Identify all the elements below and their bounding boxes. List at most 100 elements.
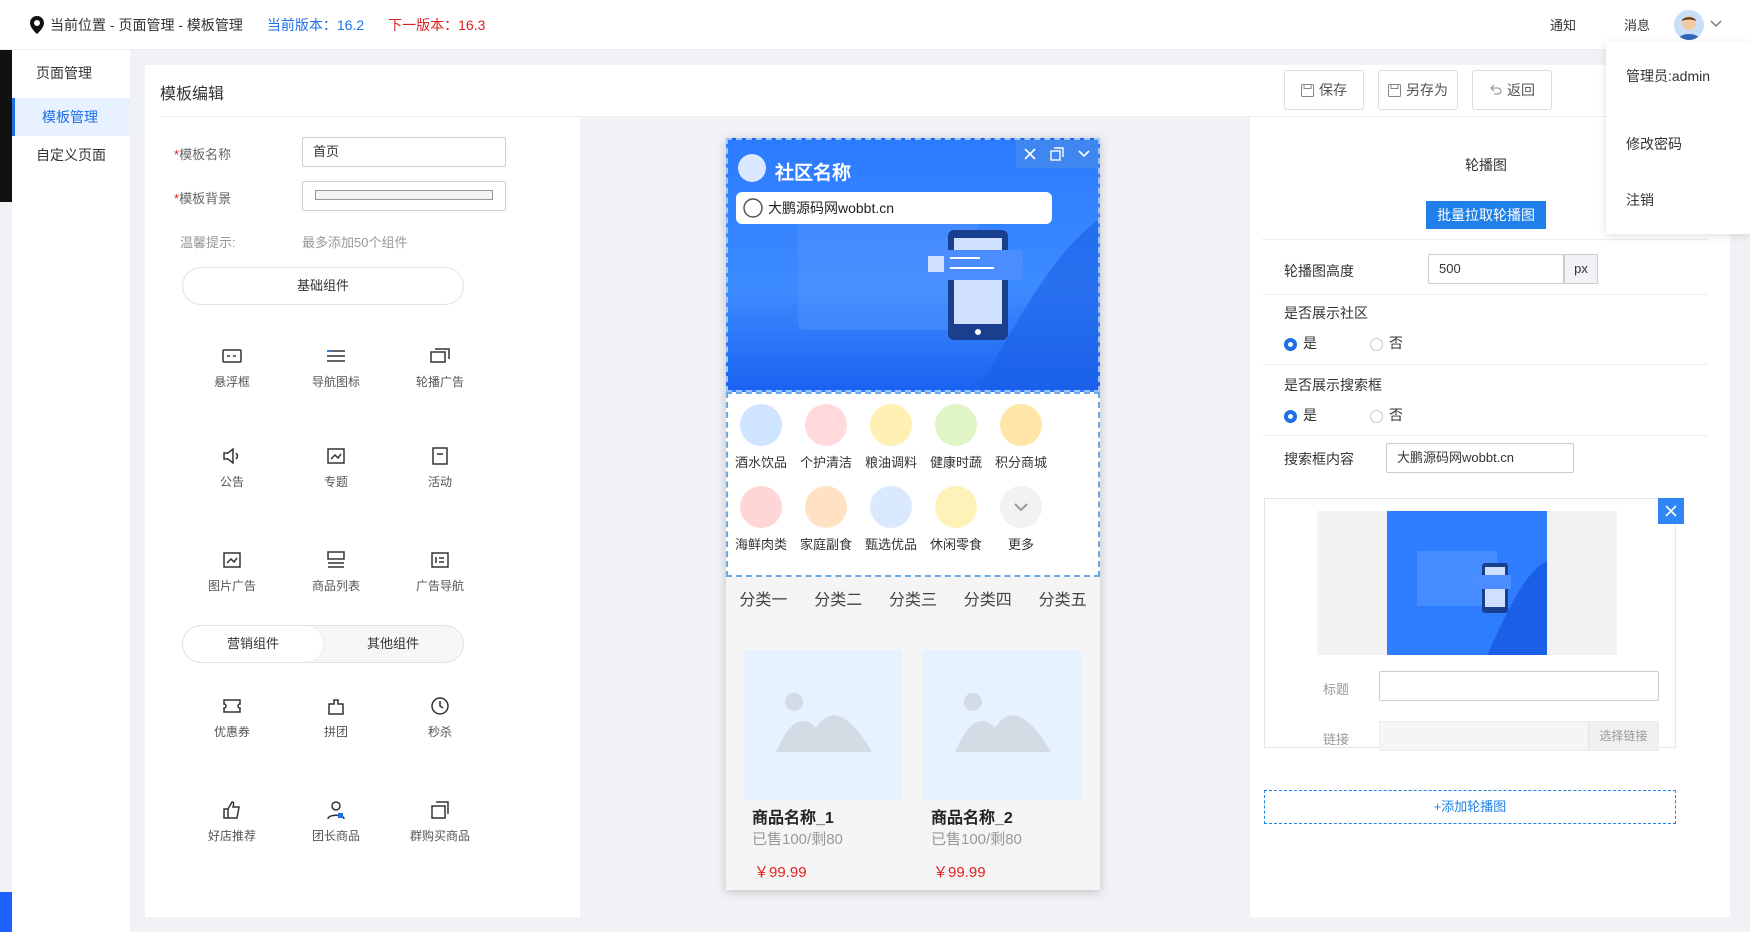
close-icon[interactable] <box>1023 147 1037 161</box>
category-item[interactable]: 粮油调料 <box>855 404 927 471</box>
comp-image-ad[interactable]: 图片广告 <box>182 549 282 594</box>
category-image-icon <box>935 486 977 528</box>
search-bar[interactable]: 大鹏源码网wobbt.cn <box>736 192 1052 224</box>
product-card[interactable]: 商品名称_2 已售100/剩80 ￥99.99 <box>923 650 1081 882</box>
search-icon <box>743 198 763 218</box>
change-password-item[interactable]: 修改密码 <box>1626 134 1682 154</box>
save-icon <box>1301 83 1314 97</box>
radio-checked[interactable] <box>1284 409 1297 423</box>
tab-category-3[interactable]: 分类三 <box>889 586 937 616</box>
comp-group-buy[interactable]: 拼团 <box>286 695 386 740</box>
category-item[interactable]: 更多 <box>985 486 1057 553</box>
comp-nav-icon[interactable]: 导航图标 <box>286 345 386 390</box>
comp-label: 好店推荐 <box>207 829 256 843</box>
community-no-radio[interactable]: 否 <box>1370 333 1403 353</box>
sidebar-item-page-manage[interactable]: 页面管理 <box>12 54 130 92</box>
height-unit: px <box>1564 254 1598 284</box>
save-as-button[interactable]: 另存为 <box>1378 70 1458 110</box>
basic-components-tab[interactable]: 基础组件 <box>182 267 464 305</box>
radio-unchecked[interactable] <box>1370 409 1383 423</box>
comp-float-box[interactable]: 悬浮框 <box>182 345 282 390</box>
tab-category-2[interactable]: 分类二 <box>814 586 862 616</box>
category-image-icon <box>805 404 847 446</box>
category-item[interactable]: 甄选优品 <box>855 486 927 553</box>
sidebar-item-template-manage[interactable]: 模板管理 <box>12 98 130 136</box>
breadcrumb: 当前位置 - 页面管理 - 模板管理 当前版本：16.2 下一版本：16.3 <box>30 15 485 35</box>
avatar[interactable] <box>1674 10 1704 40</box>
comp-carousel[interactable]: 轮播广告 <box>390 345 490 390</box>
radio-unchecked[interactable] <box>1370 337 1383 351</box>
logout-item[interactable]: 注销 <box>1626 190 1654 210</box>
batch-pull-button[interactable]: 批量拉取轮播图 <box>1426 201 1546 229</box>
item-link-label: 链接 <box>1323 732 1350 747</box>
category-grid[interactable]: 酒水饮品 个护清洁 粮油调料 健康时蔬 积分商城海鲜肉类 家庭副食 甄选优品 休闲零食 更多 <box>726 392 1100 577</box>
tab-category-5[interactable]: 分类五 <box>1039 586 1087 616</box>
comp-label: 优惠券 <box>213 725 250 739</box>
item-title-input[interactable] <box>1379 671 1659 701</box>
community-yes-radio[interactable]: 是 <box>1284 333 1317 353</box>
comp-product-list[interactable]: 商品列表 <box>286 549 386 594</box>
category-label: 家庭副食 <box>799 537 852 552</box>
tab-category-4[interactable]: 分类四 <box>964 586 1012 616</box>
save-button[interactable]: 保存 <box>1284 70 1364 110</box>
comp-group-purchase[interactable]: 群购买商品 <box>390 799 490 844</box>
comp-label: 活动 <box>427 475 452 489</box>
search-content-input[interactable]: 大鹏源码网wobbt.cn <box>1386 443 1574 473</box>
category-item[interactable]: 家庭副食 <box>790 486 862 553</box>
remove-item-button[interactable] <box>1658 498 1684 524</box>
tab-basic[interactable]: 基础组件 <box>183 268 463 304</box>
search-yes-radio[interactable]: 是 <box>1284 405 1317 425</box>
block-toolbar <box>1016 140 1098 168</box>
notice-link[interactable]: 通知 <box>1550 15 1576 34</box>
comp-label: 导航图标 <box>311 375 360 389</box>
nav-icon <box>327 350 345 362</box>
tab-category-1[interactable]: 分类一 <box>739 586 787 616</box>
carousel-item-image[interactable] <box>1317 511 1617 655</box>
category-item[interactable]: 个护清洁 <box>790 404 862 471</box>
carousel-item-card: 标题 链接 选择链接 <box>1264 498 1676 751</box>
tab-marketing[interactable]: 营销组件 <box>183 626 323 662</box>
comp-coupon[interactable]: 优惠券 <box>182 695 282 740</box>
sidebar-item-custom-page[interactable]: 自定义页面 <box>12 136 130 174</box>
category-item[interactable]: 休闲零食 <box>920 486 992 553</box>
chevron-down-icon[interactable] <box>1710 20 1722 28</box>
comp-activity[interactable]: 活动 <box>390 445 490 490</box>
product-card[interactable]: 商品名称_1 已售100/剩80 ￥99.99 <box>744 650 902 882</box>
config-title: 轮播图 <box>1465 157 1507 173</box>
category-item[interactable]: 健康时蔬 <box>920 404 992 471</box>
category-image-icon <box>870 486 912 528</box>
back-button[interactable]: 返回 <box>1472 70 1552 110</box>
carousel-height-input[interactable]: 500 <box>1428 254 1564 284</box>
tab-other[interactable]: 其他组件 <box>323 626 463 662</box>
comp-leader-products[interactable]: 团长商品 <box>286 799 386 844</box>
comp-topic[interactable]: 专题 <box>286 445 386 490</box>
comp-ad-nav[interactable]: 广告导航 <box>390 549 490 594</box>
page-title: 模板编辑 <box>160 86 225 103</box>
search-no-radio[interactable]: 否 <box>1370 405 1403 425</box>
chevron-down-icon[interactable] <box>1077 147 1091 161</box>
carousel-banner[interactable]: 社区名称 大鹏源码网wobbt.cn <box>726 138 1100 392</box>
add-carousel-button[interactable]: +添加轮播图 <box>1264 790 1676 824</box>
category-label: 甄选优品 <box>864 537 917 552</box>
category-item[interactable]: 积分商城 <box>985 404 1057 471</box>
divider <box>1262 239 1708 240</box>
category-item[interactable]: 酒水饮品 <box>726 404 797 471</box>
comp-shop-recommend[interactable]: 好店推荐 <box>182 799 282 844</box>
tip-label: 温馨提示: <box>180 235 236 250</box>
radio-checked[interactable] <box>1284 337 1297 351</box>
copy-icon[interactable] <box>1050 147 1064 161</box>
comp-notice[interactable]: 公告 <box>182 445 282 490</box>
item-link-input[interactable]: 选择链接 <box>1379 721 1659 751</box>
comp-flash-sale[interactable]: 秒杀 <box>390 695 490 740</box>
category-item[interactable]: 海鲜肉类 <box>726 486 797 553</box>
template-name-input[interactable]: 首页 <box>302 137 506 167</box>
product-name: 商品名称_2 <box>931 810 1013 827</box>
comp-label: 团长商品 <box>311 829 360 843</box>
search-text: 大鹏源码网wobbt.cn <box>768 200 895 216</box>
message-link[interactable]: 消息 <box>1624 15 1650 34</box>
category-label: 个护清洁 <box>799 455 852 470</box>
category-label: 积分商城 <box>994 455 1047 470</box>
template-bg-input[interactable] <box>302 181 506 211</box>
choose-link-button[interactable]: 选择链接 <box>1588 722 1658 750</box>
comp-label: 专题 <box>323 475 348 489</box>
